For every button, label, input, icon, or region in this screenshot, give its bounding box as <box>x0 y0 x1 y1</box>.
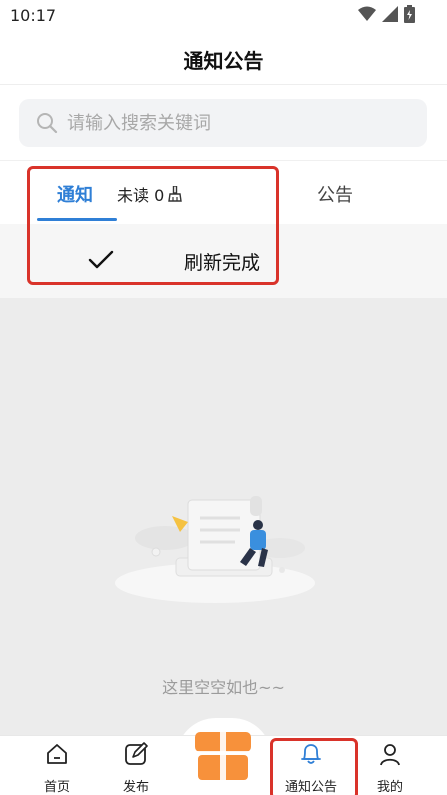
check-icon <box>88 250 114 269</box>
nav-publish-label: 发布 <box>122 780 149 795</box>
edit-icon <box>125 742 148 765</box>
nav-bar: 通知公告 <box>0 32 447 85</box>
empty-state-text: 这里空空如也~~ <box>162 678 285 697</box>
gift-box-icon[interactable] <box>193 730 253 782</box>
signal-icon <box>382 6 398 22</box>
unread-filter[interactable]: 未读 0 <box>117 182 183 206</box>
broom-icon <box>168 186 183 202</box>
nav-notices[interactable]: 通知公告 <box>276 736 346 795</box>
search-icon <box>37 113 58 134</box>
tab-announcement-label: 公告 <box>317 185 353 206</box>
page-title: 通知公告 <box>183 49 264 73</box>
search-input[interactable] <box>67 99 407 147</box>
active-tab-indicator <box>37 218 117 221</box>
tab-notice-label: 通知 <box>57 185 93 206</box>
nav-notices-label: 通知公告 <box>284 780 337 795</box>
status-bar: 10:17 <box>0 0 447 32</box>
nav-home-label: 首页 <box>43 780 70 795</box>
nav-profile[interactable]: 我的 <box>355 736 425 795</box>
bell-icon <box>301 744 321 764</box>
user-icon <box>380 744 400 766</box>
unread-label: 未读 0 <box>117 186 165 205</box>
wifi-icon <box>358 6 376 21</box>
home-icon <box>47 744 67 764</box>
tab-announcement[interactable]: 公告 <box>300 161 372 224</box>
refresh-status-text: 刷新完成 <box>184 252 261 274</box>
tab-notice[interactable]: 通知 <box>37 161 117 224</box>
refresh-status-bar: 刷新完成 <box>0 224 447 298</box>
nav-home[interactable]: 首页 <box>22 736 92 795</box>
battery-icon <box>404 5 415 23</box>
notice-list[interactable]: 这里空空如也~~ <box>0 298 447 735</box>
nav-profile-label: 我的 <box>376 780 403 795</box>
nav-publish[interactable]: 发布 <box>101 736 171 795</box>
search-box[interactable] <box>19 99 427 147</box>
empty-illustration <box>115 496 315 603</box>
status-time: 10:17 <box>10 6 57 25</box>
tab-bar: 通知 未读 0 公告 <box>0 161 447 224</box>
status-icons <box>358 5 415 23</box>
